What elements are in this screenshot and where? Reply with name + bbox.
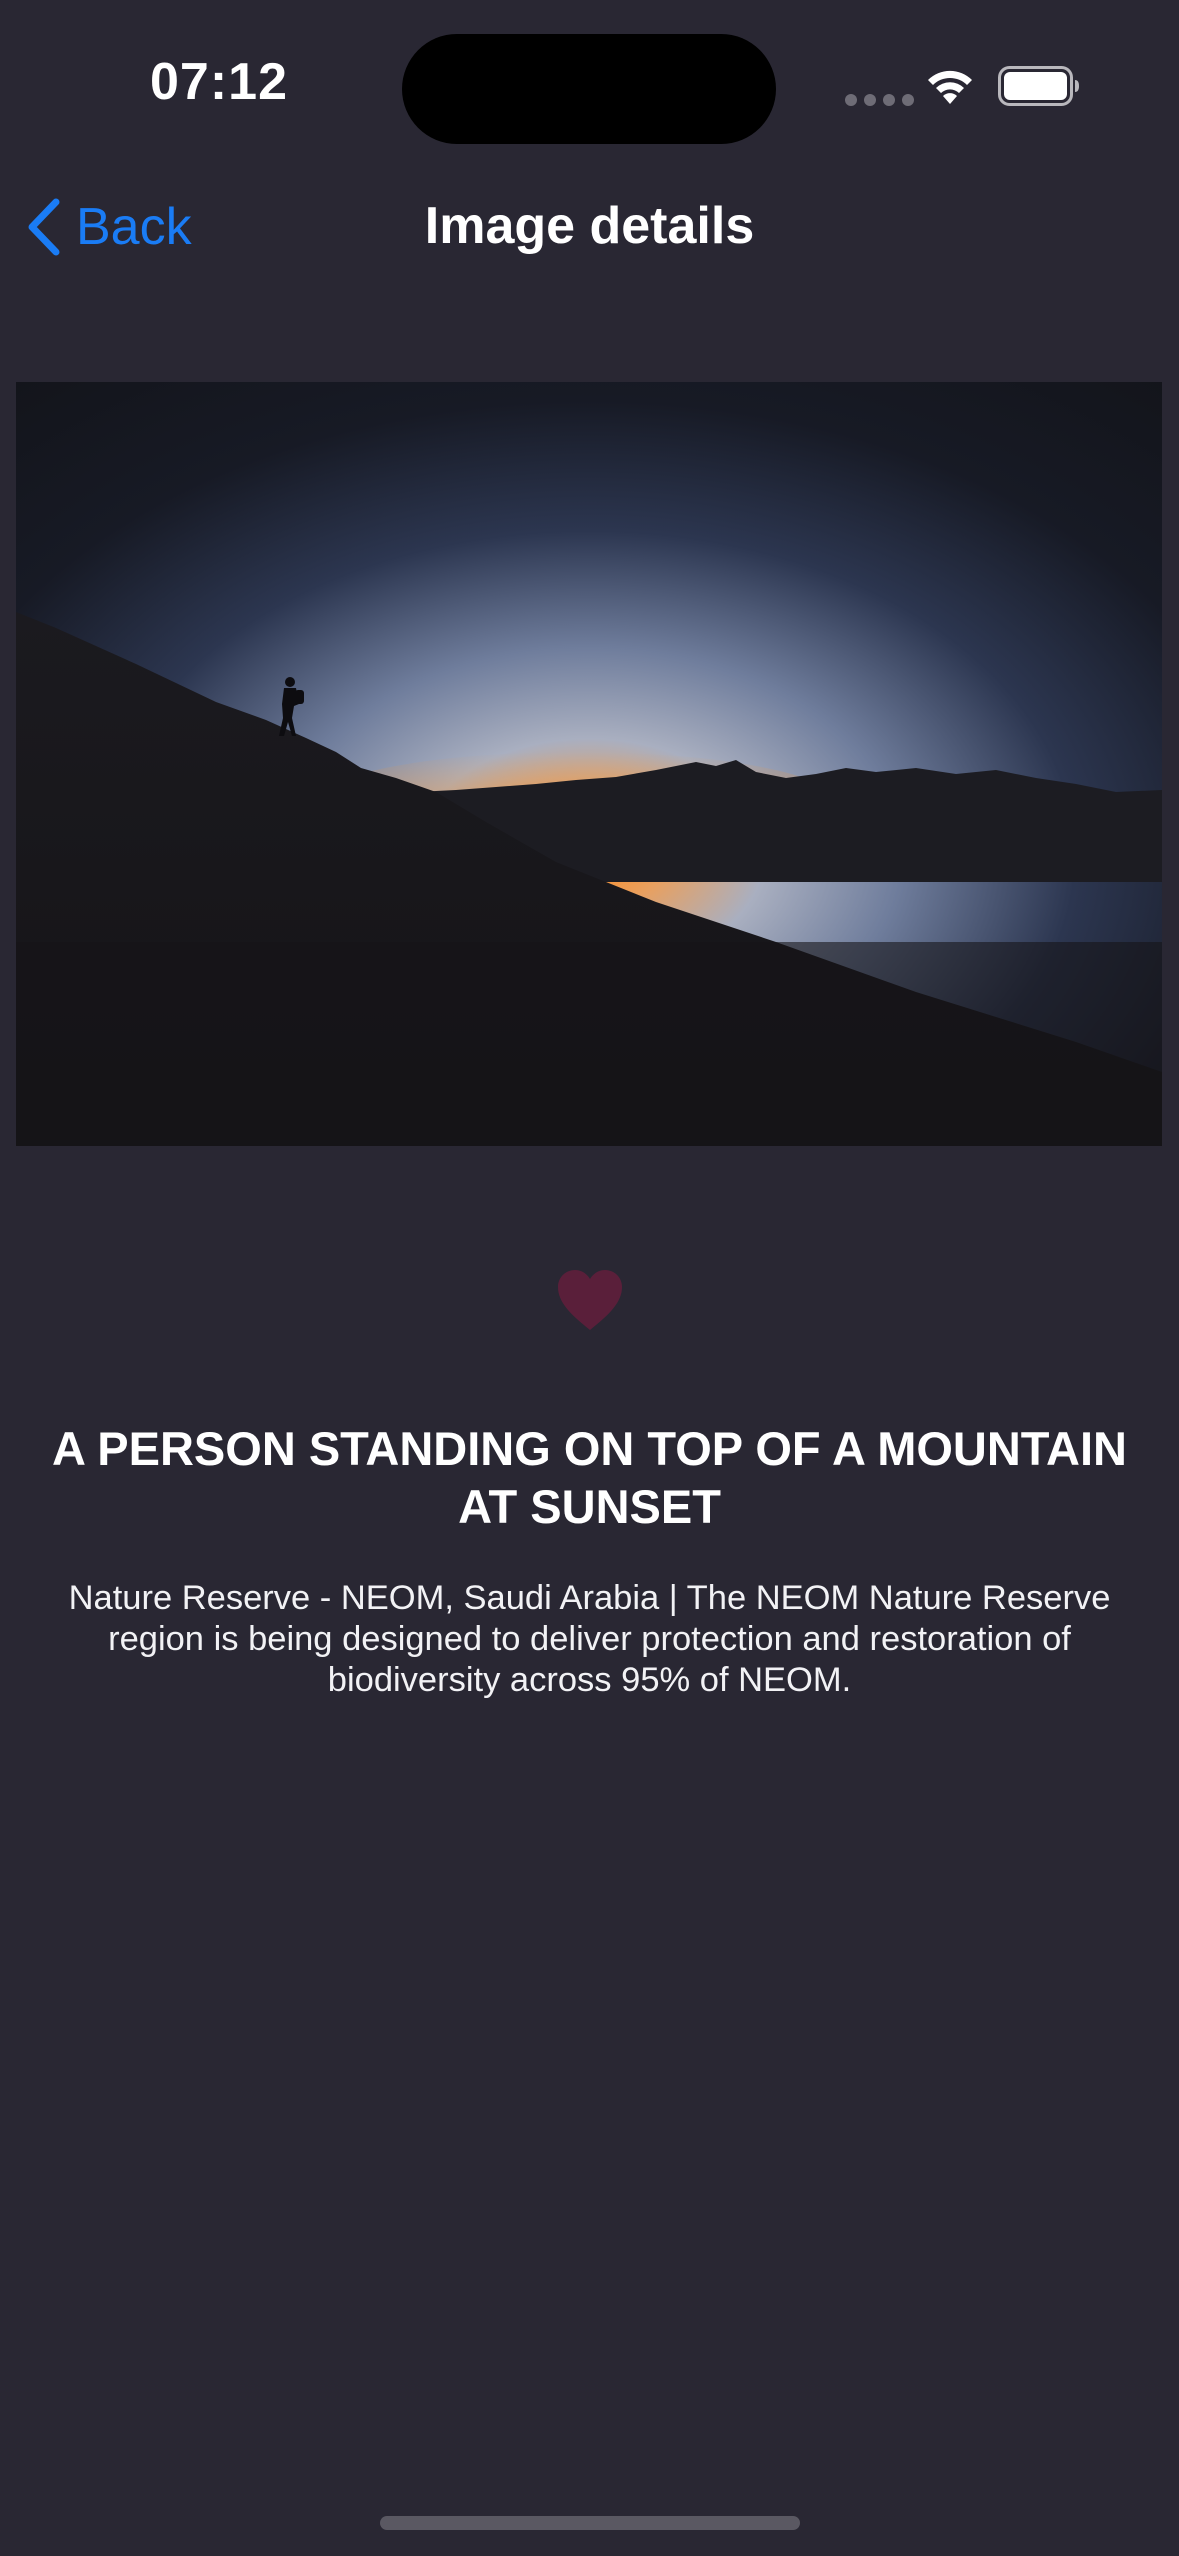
mountain-sunset-photo [16, 382, 1162, 1146]
cellular-signal-icon [845, 94, 914, 106]
battery-icon [998, 66, 1079, 106]
heart-icon[interactable] [556, 1268, 624, 1332]
status-time: 07:12 [150, 53, 288, 111]
image-title: A PERSON STANDING ON TOP OF A MOUNTAIN A… [52, 1422, 1127, 1533]
home-indicator[interactable] [380, 2516, 800, 2530]
image-description: Nature Reserve - NEOM, Saudi Arabia | Th… [68, 1579, 1111, 1699]
dynamic-island [402, 34, 776, 144]
wifi-icon [928, 70, 972, 104]
page-title: Image details [424, 197, 755, 255]
